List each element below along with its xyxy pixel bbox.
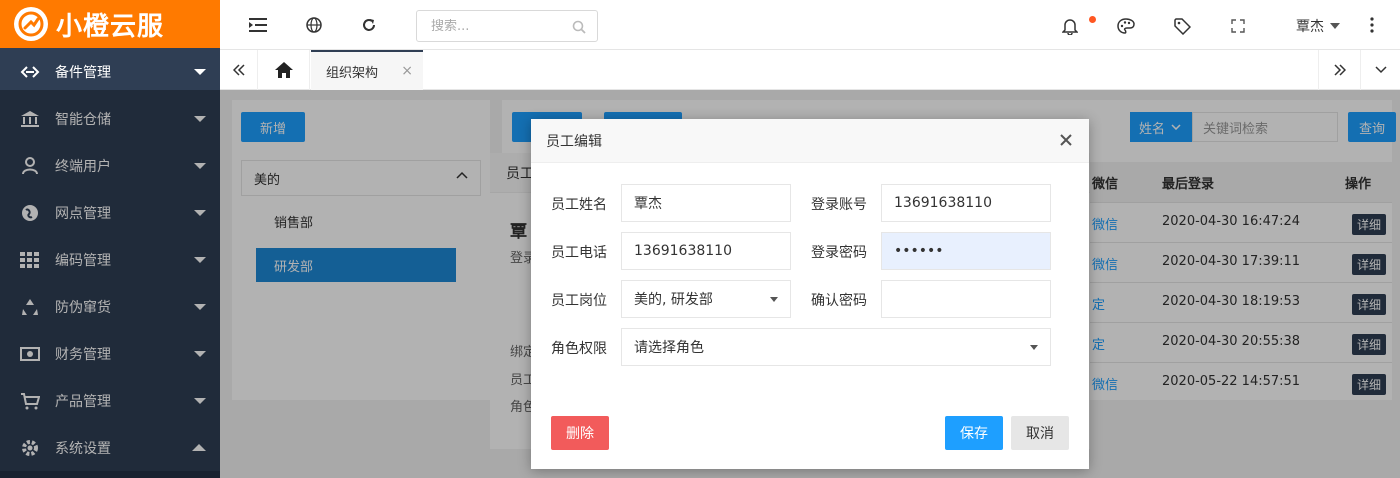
phone-label: 员工电话 xyxy=(551,245,607,261)
more-vertical-icon[interactable] xyxy=(1362,15,1382,35)
cancel-button[interactable]: 取消 xyxy=(1011,416,1069,450)
tag-icon[interactable] xyxy=(1172,16,1192,36)
menu-collapse-icon[interactable] xyxy=(248,15,268,35)
account-input[interactable] xyxy=(894,195,1050,211)
palette-icon[interactable] xyxy=(1116,16,1136,36)
name-field[interactable] xyxy=(621,184,791,222)
role-value: 请选择角色 xyxy=(634,340,704,356)
modal-title: 员工编辑 xyxy=(531,119,1089,163)
chevron-down-icon xyxy=(1330,23,1340,29)
close-icon[interactable] xyxy=(1059,133,1073,147)
tab-menu[interactable] xyxy=(1360,50,1400,90)
chevron-down-icon xyxy=(1374,66,1387,74)
phone-input[interactable] xyxy=(634,243,790,259)
password-value: •••••• xyxy=(894,243,944,259)
delete-button[interactable]: 删除 xyxy=(551,416,609,450)
name-label: 员工姓名 xyxy=(551,197,607,213)
account-field[interactable] xyxy=(881,184,1051,222)
confirm-password-field[interactable] xyxy=(881,280,1051,318)
notification-dot xyxy=(1089,16,1096,23)
bell-icon[interactable] xyxy=(1060,16,1080,36)
user-menu[interactable]: 覃杰 xyxy=(1296,16,1340,36)
search-input[interactable] xyxy=(431,18,561,34)
caret-down-icon xyxy=(1030,345,1038,350)
home-icon xyxy=(274,62,293,78)
name-input[interactable] xyxy=(634,195,790,211)
employee-edit-modal: 员工编辑 员工姓名 登录账号 员工电话 登录密码 •••••• 员工岗位 美的,… xyxy=(531,119,1089,469)
globe-icon[interactable] xyxy=(304,15,324,35)
save-button[interactable]: 保存 xyxy=(945,416,1003,450)
tab-scroll-right[interactable] xyxy=(1318,50,1360,90)
position-value: 美的, 研发部 xyxy=(634,292,713,308)
sidebar-item-spare-parts[interactable]: 备件管理 xyxy=(0,48,220,95)
position-select[interactable]: 美的, 研发部 xyxy=(621,280,791,318)
tab-scroll-left[interactable] xyxy=(220,50,258,90)
double-chevron-right-icon xyxy=(1333,64,1346,76)
sidebar-item-label: 备件管理 xyxy=(55,64,111,81)
link-icon xyxy=(18,62,42,82)
confirm-password-input[interactable] xyxy=(894,291,1050,307)
tab-home[interactable] xyxy=(258,50,310,90)
confirm-password-label: 确认密码 xyxy=(811,293,867,309)
role-label: 角色权限 xyxy=(551,341,607,357)
search-icon[interactable] xyxy=(569,17,589,37)
position-label: 员工岗位 xyxy=(551,293,607,309)
tab-label: 组织架构 xyxy=(326,65,379,81)
role-select[interactable]: 请选择角色 xyxy=(621,328,1051,366)
tab-bar: 组织架构 × xyxy=(220,50,1400,90)
brand-name: 小橙云服 xyxy=(56,11,165,42)
chevron-down-icon xyxy=(194,68,206,75)
brand[interactable]: 小橙云服 xyxy=(0,0,220,48)
password-field[interactable]: •••••• xyxy=(881,232,1051,270)
tab-org-structure[interactable]: 组织架构 × xyxy=(311,50,423,90)
close-icon[interactable]: × xyxy=(401,63,413,79)
fullscreen-icon[interactable] xyxy=(1228,16,1248,36)
user-name: 覃杰 xyxy=(1296,19,1324,35)
brand-logo-icon xyxy=(14,7,48,41)
password-label: 登录密码 xyxy=(811,245,867,261)
account-label: 登录账号 xyxy=(811,197,867,213)
refresh-icon[interactable] xyxy=(359,15,379,35)
header: 覃杰 xyxy=(220,0,1400,50)
search-box xyxy=(416,10,598,42)
phone-field[interactable] xyxy=(621,232,791,270)
double-chevron-left-icon xyxy=(232,64,245,76)
caret-down-icon xyxy=(770,297,778,302)
